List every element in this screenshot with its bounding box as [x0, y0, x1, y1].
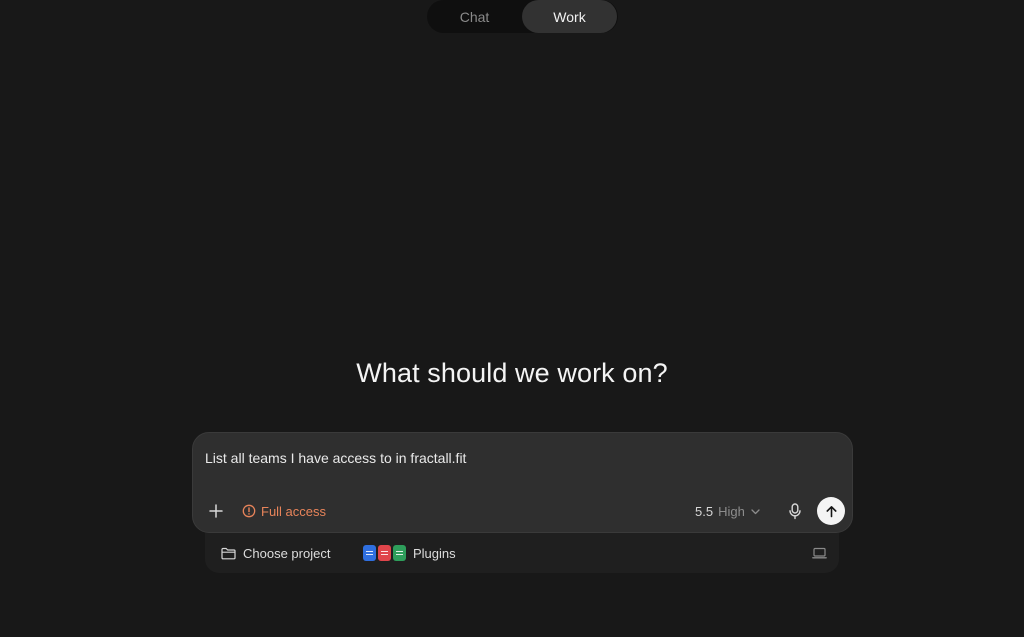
- tab-work[interactable]: Work: [522, 0, 617, 33]
- laptop-icon: [811, 547, 827, 559]
- arrow-up-icon: [826, 505, 836, 517]
- folder-icon: [221, 547, 236, 559]
- microphone-button[interactable]: [784, 499, 806, 523]
- plus-icon: [209, 504, 223, 518]
- model-selector[interactable]: 5.5 High: [695, 500, 761, 522]
- mode-toggle: Chat Work: [427, 0, 618, 33]
- app-window: Chat Work What should we work on? List a…: [0, 0, 1024, 637]
- page-title: What should we work on?: [356, 358, 668, 388]
- composer-footer: Full access 5.5 High: [193, 497, 852, 525]
- sheet-icon: [393, 545, 406, 561]
- model-version: 5.5: [695, 503, 714, 519]
- pdf-icon: [378, 545, 391, 561]
- chevron-down-icon: [751, 508, 760, 514]
- local-environment-button[interactable]: [811, 545, 827, 561]
- choose-project-button[interactable]: Choose project: [221, 543, 330, 563]
- prompt-input[interactable]: List all teams I have access to in fract…: [205, 450, 466, 466]
- access-level-button[interactable]: Full access: [242, 500, 326, 522]
- composer-options-bar: Choose project Plugins: [205, 533, 839, 573]
- add-attachment-button[interactable]: [205, 500, 227, 522]
- tab-chat[interactable]: Chat: [427, 0, 522, 33]
- microphone-icon: [789, 502, 801, 519]
- send-button[interactable]: [817, 497, 845, 525]
- choose-project-label: Choose project: [243, 545, 331, 561]
- alert-circle-icon: [242, 504, 256, 518]
- plugins-label: Plugins: [413, 545, 456, 561]
- access-label: Full access: [261, 503, 327, 519]
- doc-icon: [363, 545, 376, 561]
- model-effort: High: [718, 503, 745, 519]
- composer: List all teams I have access to in fract…: [192, 432, 853, 533]
- plugin-icons: [363, 545, 406, 561]
- plugins-button[interactable]: Plugins: [363, 543, 456, 563]
